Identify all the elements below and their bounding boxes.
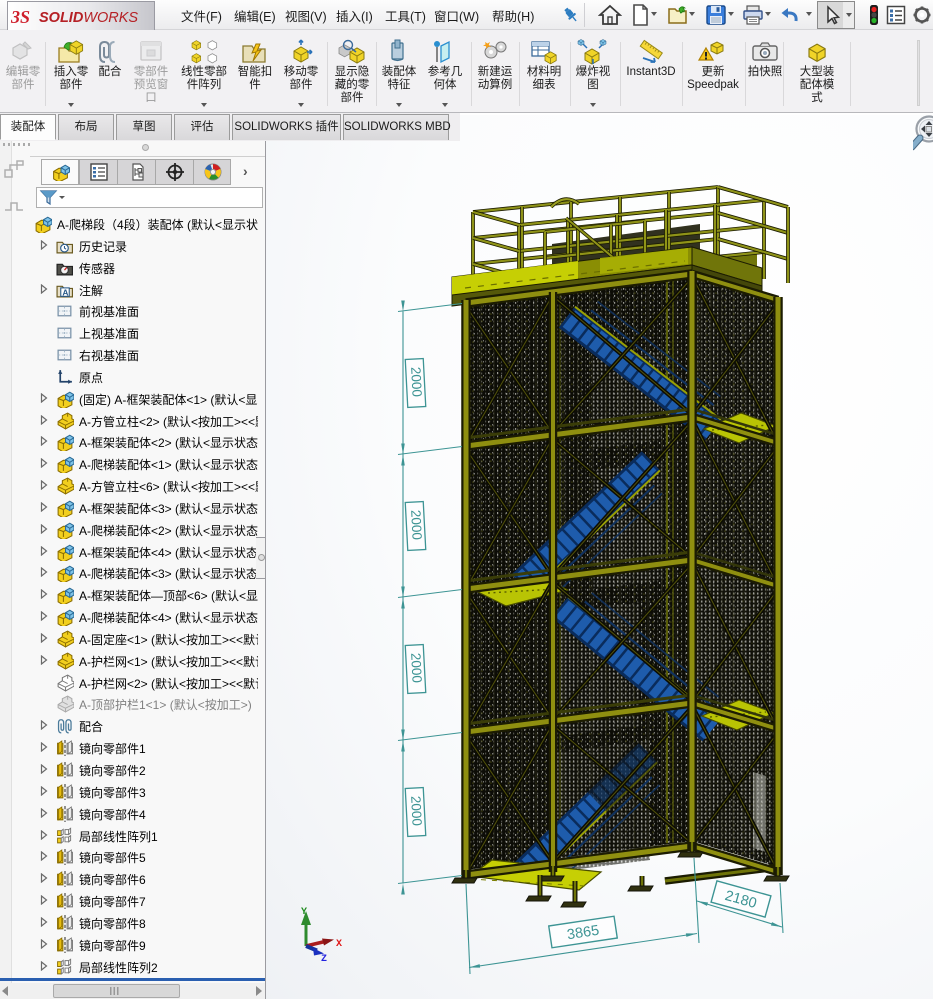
svg-text:Z: Z — [321, 954, 327, 965]
svg-text:3S: 3S — [10, 7, 30, 27]
svg-text:2000: 2000 — [408, 510, 425, 541]
svg-text:2000: 2000 — [408, 367, 425, 398]
svg-text:Y: Y — [301, 907, 307, 918]
svg-text:2000: 2000 — [408, 796, 425, 827]
svg-text:X: X — [336, 939, 342, 950]
svg-text:SOLIDWORKS: SOLIDWORKS — [39, 10, 138, 26]
svg-text:A: A — [62, 287, 68, 297]
svg-text:2000: 2000 — [408, 653, 425, 684]
